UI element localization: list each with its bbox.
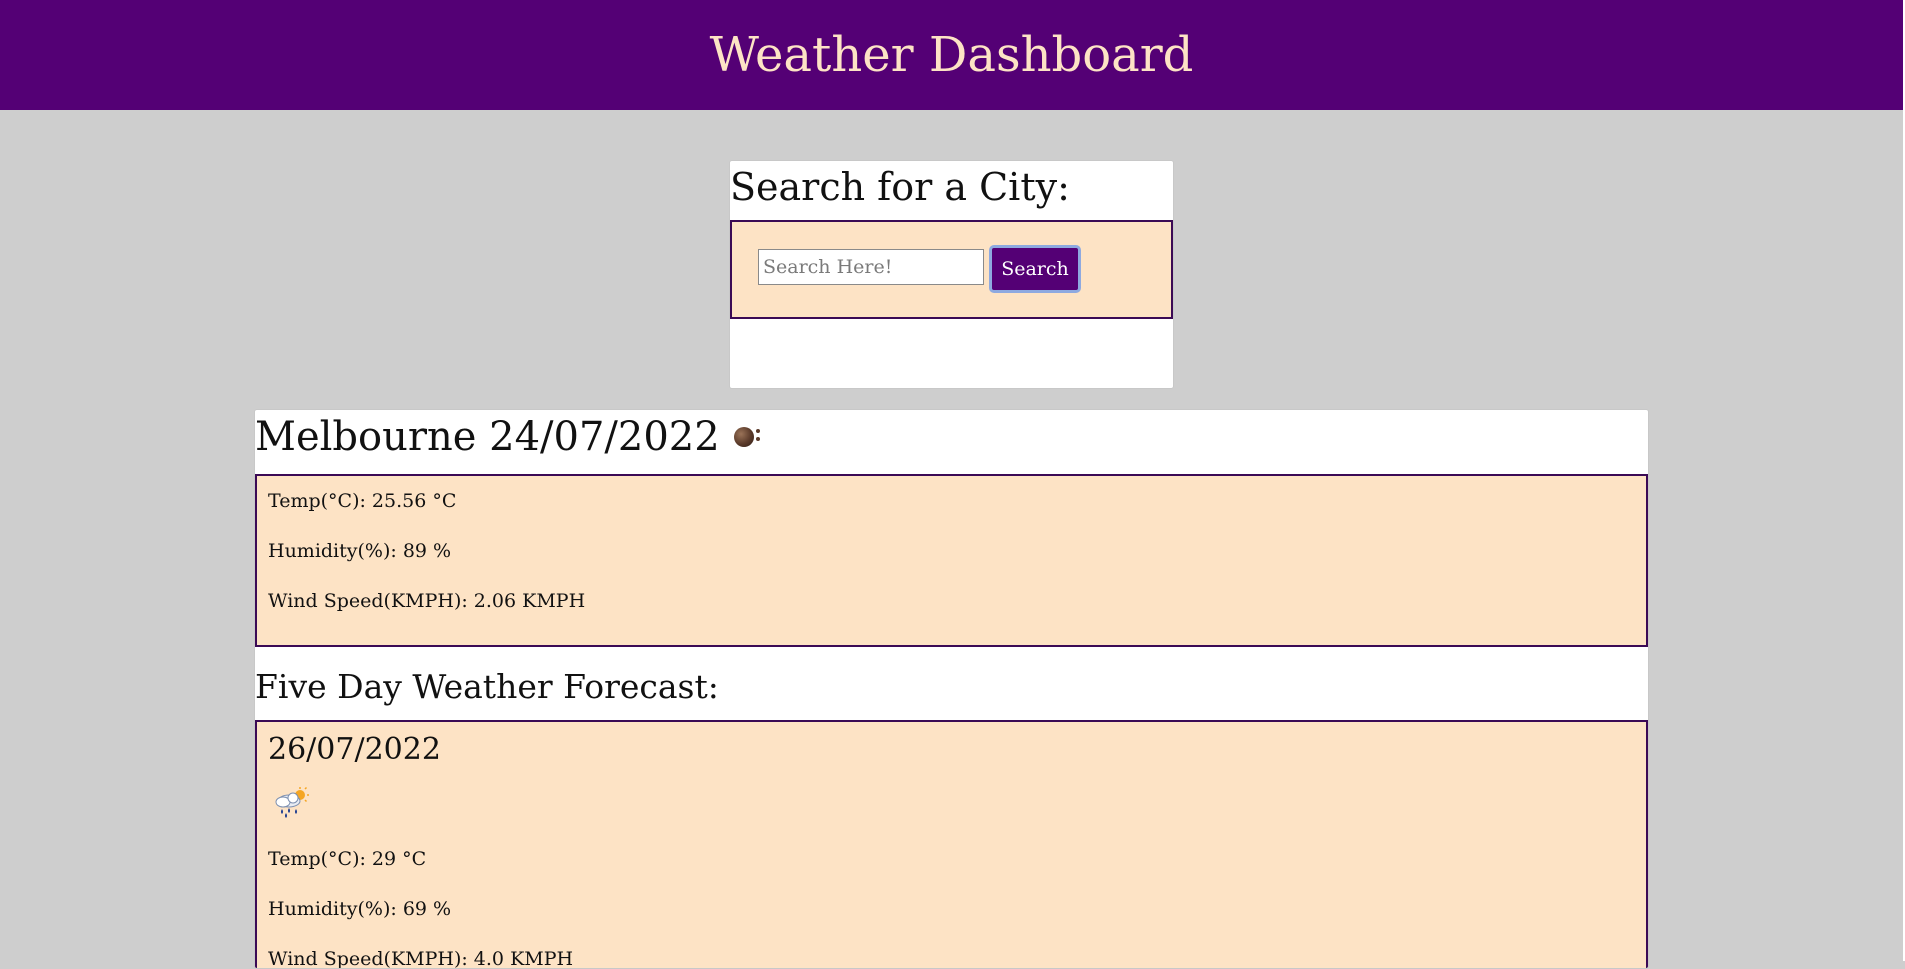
current-city-date: Melbourne 24/07/2022	[255, 414, 720, 460]
current-humidity: Humidity(%): 89 %	[268, 540, 452, 562]
weather-results-card: Melbourne 24/07/2022 Temp(°C): 25.56 °C …	[254, 409, 1649, 969]
forecast-date: 26/07/2022	[268, 732, 441, 767]
search-card: Search for a City: Search	[729, 160, 1174, 389]
forecast-wind-speed: Wind Speed(KMPH): 4.0 KMPH	[268, 948, 574, 969]
forecast-heading: Five Day Weather Forecast:	[255, 667, 719, 706]
forecast-humidity: Humidity(%): 69 %	[268, 898, 452, 920]
city-search-input[interactable]	[758, 249, 984, 285]
forecast-day-card: 26/07/2022 Temp(°C): 29 °C Humidity(%): …	[255, 720, 1648, 969]
forecast-temp: Temp(°C): 29 °C	[268, 848, 427, 870]
search-button[interactable]: Search	[989, 245, 1081, 293]
search-form: Search	[730, 220, 1173, 319]
weather-condition-icon	[732, 423, 760, 451]
current-weather-heading: Melbourne 24/07/2022	[255, 414, 760, 460]
current-temp: Temp(°C): 25.56 °C	[268, 490, 457, 512]
current-weather-panel: Temp(°C): 25.56 °C Humidity(%): 89 % Win…	[255, 474, 1648, 647]
page-title: Weather Dashboard	[709, 27, 1194, 83]
page-header: Weather Dashboard	[0, 0, 1903, 110]
current-wind-speed: Wind Speed(KMPH): 2.06 KMPH	[268, 590, 586, 612]
search-heading: Search for a City:	[730, 165, 1070, 209]
rain-sun-icon	[275, 786, 309, 818]
